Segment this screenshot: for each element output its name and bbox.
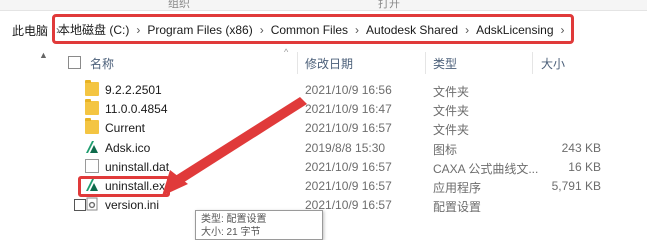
tooltip-type-line: 类型: 配置设置	[201, 214, 267, 225]
file-tooltip: 类型: 配置设置 大小: 21 字节	[195, 210, 323, 240]
annotation-arrow-icon	[162, 97, 307, 196]
tooltip-size-line: 大小: 21 字节	[201, 227, 261, 238]
